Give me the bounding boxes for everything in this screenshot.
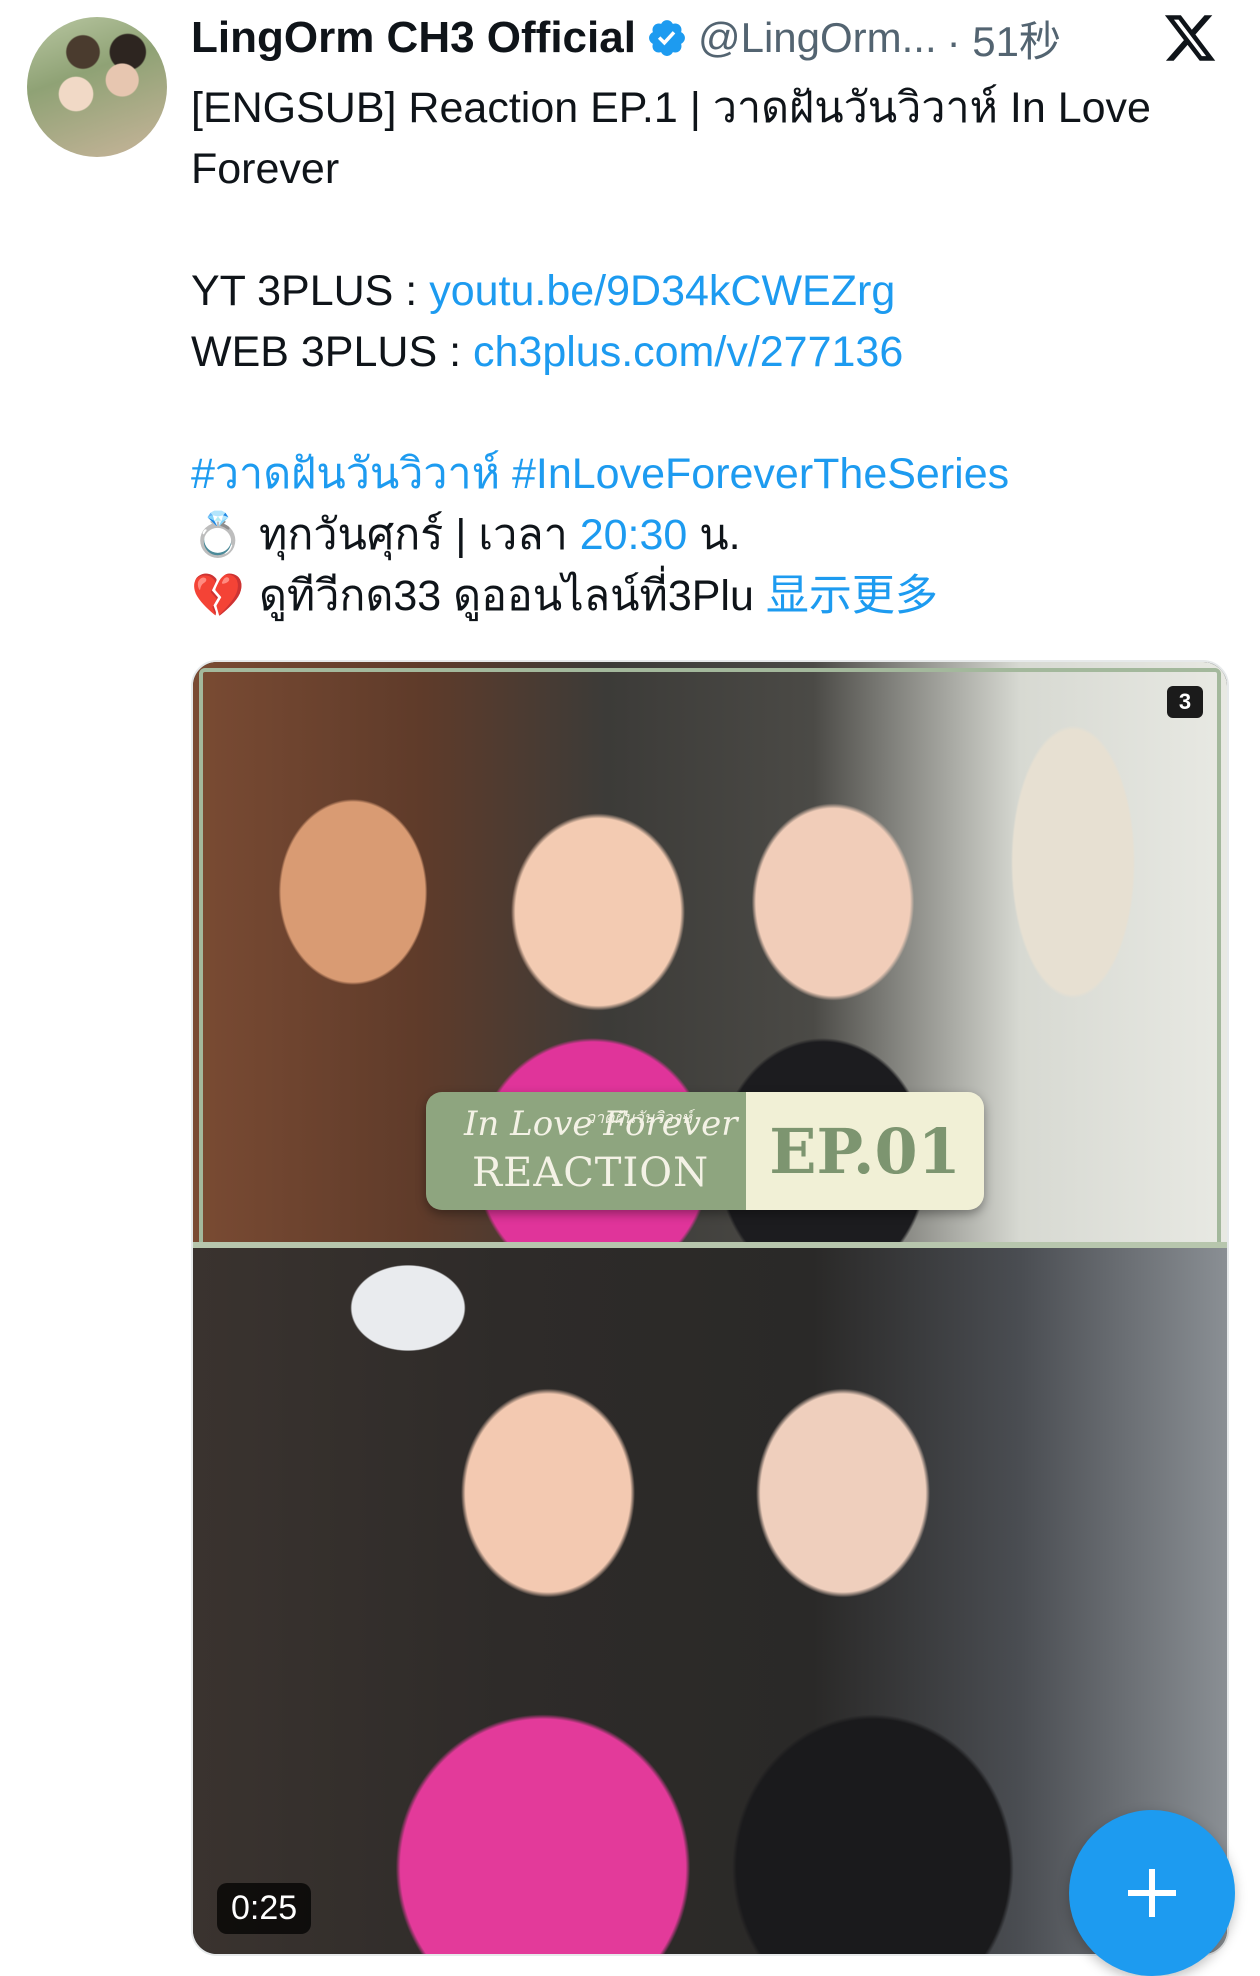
x-logo-icon[interactable] bbox=[1160, 10, 1220, 66]
banner-episode: EP.01 bbox=[746, 1092, 984, 1210]
reaction-banner: In Love Forever วาดฝันวันวิวาห์ REACTION… bbox=[426, 1092, 984, 1210]
video-duration: 0:25 bbox=[217, 1883, 312, 1934]
web-line: WEB 3PLUS : ch3plus.com/v/277136 bbox=[191, 322, 1221, 383]
web-link[interactable]: ch3plus.com/v/277136 bbox=[473, 328, 903, 376]
handle[interactable]: @LingOrm... bbox=[698, 14, 937, 62]
banner-title-block: In Love Forever วาดฝันวันวิวาห์ REACTION bbox=[426, 1092, 746, 1210]
tweet-text: [ENGSUB] Reaction EP.1 | วาดฝันวันวิวาห์… bbox=[191, 78, 1221, 627]
schedule-end: น. bbox=[687, 511, 741, 559]
display-name[interactable]: LingOrm CH3 Official bbox=[191, 13, 636, 63]
yt-link[interactable]: youtu.be/9D34kCWEZrg bbox=[429, 267, 895, 315]
hashtags[interactable]: #วาดฝันวันวิวาห์ #InLoveForeverTheSeries bbox=[191, 444, 1221, 505]
watch-text: ดูทีวีกด33 ดูออนไลน์ที่3Plu bbox=[259, 572, 766, 620]
video-player[interactable]: 3 In Love Forever วาดฝันวันวิวาห์ REACTI… bbox=[191, 660, 1229, 1956]
schedule-time[interactable]: 20:30 bbox=[580, 511, 688, 559]
verified-badge-icon bbox=[649, 20, 685, 56]
banner-thai-title: วาดฝันวันวิวาห์ bbox=[586, 1108, 693, 1127]
tweet-header: LingOrm CH3 Official @LingOrm... · 51秒 bbox=[191, 8, 1061, 68]
yt-label: YT 3PLUS : bbox=[191, 267, 430, 315]
broken-heart-icon: 💔 bbox=[191, 572, 245, 620]
show-more-link[interactable]: 显示更多 bbox=[766, 572, 938, 620]
plus-icon bbox=[1128, 1869, 1176, 1917]
avatar[interactable] bbox=[27, 17, 167, 157]
channel-badge: 3 bbox=[1167, 686, 1203, 718]
schedule-text: ทุกวันศุกร์ | เวลา bbox=[259, 511, 580, 559]
watch-line: 💔 ดูทีวีกด33 ดูออนไลน์ที่3Plu 显示更多 bbox=[191, 566, 1221, 627]
video-frame-bottom bbox=[193, 1248, 1227, 1954]
compose-button[interactable] bbox=[1069, 1810, 1235, 1976]
web-label: WEB 3PLUS : bbox=[191, 328, 473, 376]
banner-reaction-label: REACTION bbox=[472, 1150, 710, 1196]
yt-line: YT 3PLUS : youtu.be/9D34kCWEZrg bbox=[191, 261, 1221, 322]
schedule-line: 💍 ทุกวันศุกร์ | เวลา 20:30 น. bbox=[191, 505, 1221, 566]
tweet-title-line-2: Forever bbox=[191, 145, 340, 193]
tweet-title-line: [ENGSUB] Reaction EP.1 | วาดฝันวันวิวาห์… bbox=[191, 84, 1151, 132]
ring-icon: 💍 bbox=[191, 511, 245, 559]
timestamp-relative[interactable]: · 51秒 bbox=[947, 8, 1061, 69]
